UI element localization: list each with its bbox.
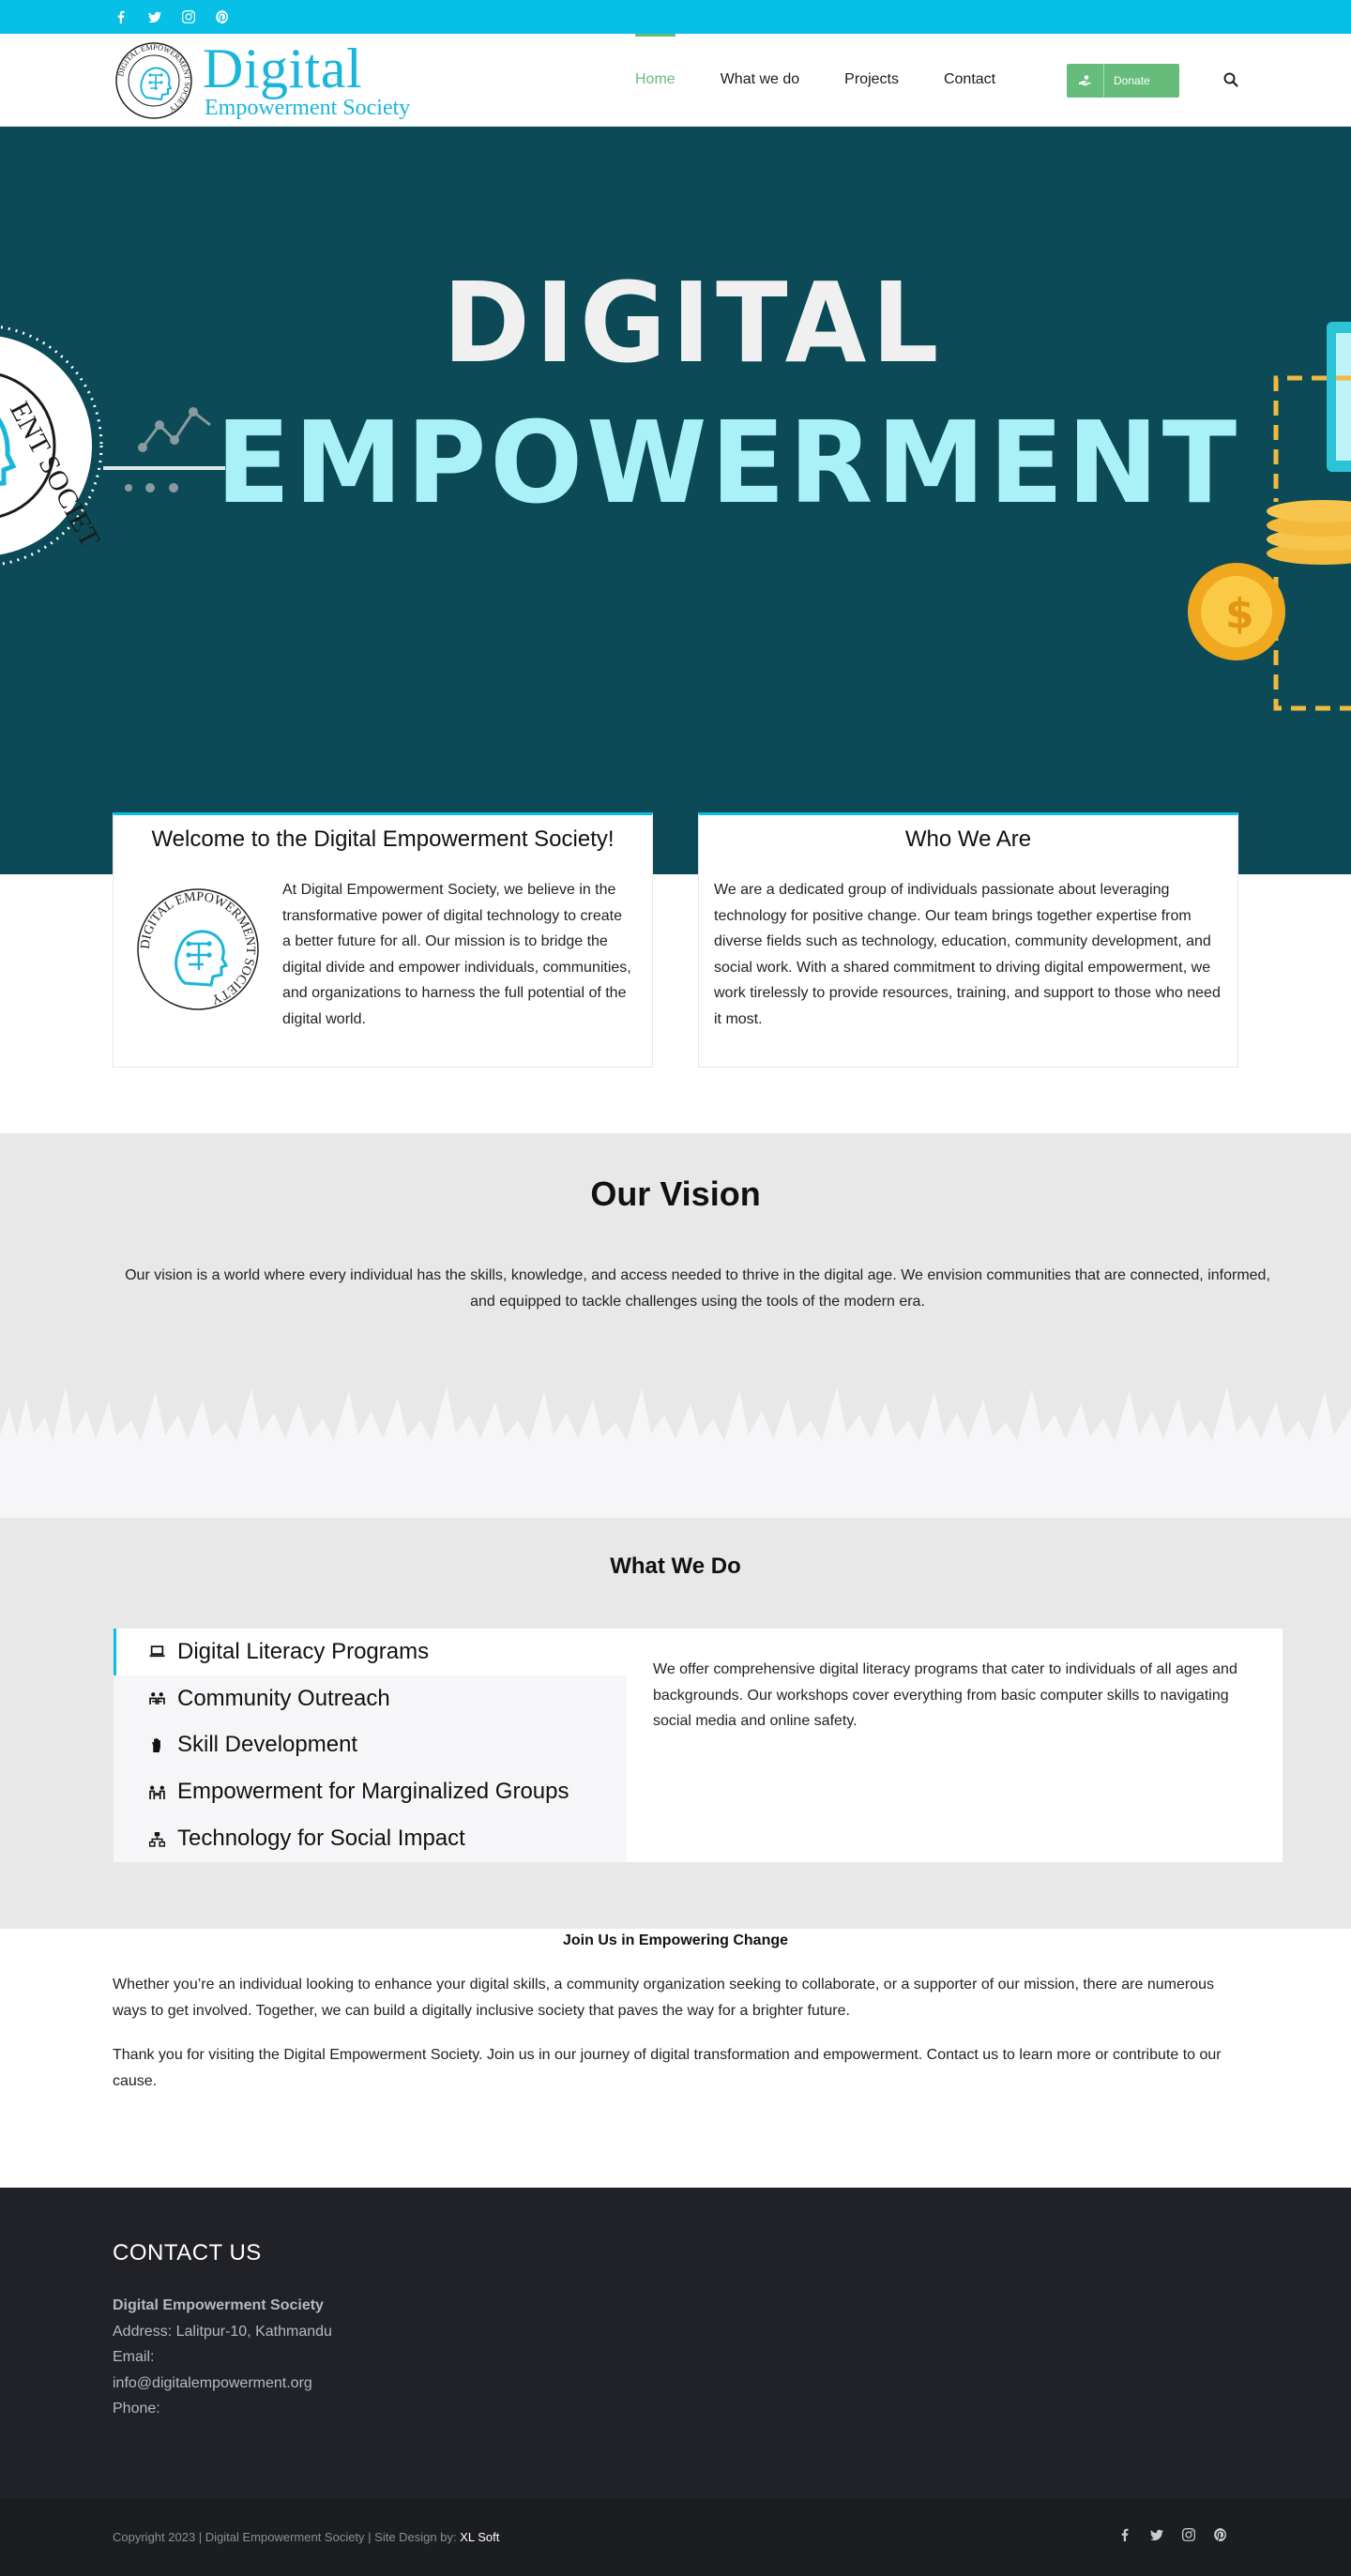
twitter-icon[interactable]	[1150, 2528, 1163, 2546]
donate-label: Donate	[1114, 74, 1150, 87]
contact-email[interactable]: info@digitalempowerment.org	[113, 2371, 332, 2397]
top-bar	[0, 0, 1351, 34]
pinterest-icon[interactable]	[214, 8, 231, 25]
tab-list: Digital Literacy Programs Community Outr…	[114, 1629, 627, 1862]
contact-address: Address: Lalitpur-10, Kathmandu	[113, 2323, 332, 2340]
search-icon[interactable]	[1222, 71, 1239, 88]
hand-icon	[147, 1735, 166, 1754]
who-we-are-text: We are a dedicated group of individuals …	[714, 882, 1221, 1027]
site-logo[interactable]: DIGITAL EMPOWERMENT SOCIETY Digital Empo…	[114, 38, 480, 120]
contact-email-label: Email:	[113, 2349, 155, 2365]
donate-hand-icon	[1067, 64, 1104, 98]
nav-item-home[interactable]: Home	[635, 34, 676, 126]
grass-divider	[0, 1386, 1351, 1518]
designer-link[interactable]: XL Soft	[460, 2530, 499, 2544]
nav-item-what-we-do[interactable]: What we do	[721, 34, 799, 126]
welcome-card-text: At Digital Empowerment Society, we belie…	[282, 882, 631, 1027]
facebook-icon[interactable]	[1118, 2528, 1131, 2546]
sitemap-icon	[147, 1829, 166, 1848]
contact-heading: CONTACT US	[113, 2240, 262, 2265]
facebook-icon[interactable]	[113, 8, 129, 25]
svg-text:$: $	[1225, 590, 1254, 638]
society-seal-icon: DIGITAL EMPOWERMENT SOCIETY	[137, 888, 259, 1010]
tab-community-outreach[interactable]: Community Outreach	[114, 1675, 627, 1722]
copyright-label: Copyright 2023 | Digital Empowerment Soc…	[113, 2530, 461, 2544]
contact-org-name: Digital Empowerment Society	[113, 2297, 324, 2313]
tab-label: Skill Development	[177, 1732, 358, 1758]
site-footer: CONTACT US Digital Empowerment Society A…	[0, 2188, 1351, 2499]
what-we-do-section: What We Do Digital Literacy Programs Com…	[0, 1518, 1351, 1929]
site-header: DIGITAL EMPOWERMENT SOCIETY Digital Empo…	[0, 34, 1351, 127]
twitter-icon[interactable]	[146, 8, 163, 25]
instagram-icon[interactable]	[180, 8, 197, 25]
copyright-text: Copyright 2023 | Digital Empowerment Soc…	[113, 2530, 499, 2544]
join-paragraph-2: Thank you for visiting the Digital Empow…	[113, 2047, 1222, 2089]
people-arrows-icon	[147, 1782, 166, 1801]
who-we-are-title: Who We Are	[904, 826, 1032, 852]
contact-details: Digital Empowerment Society Address: Lal…	[113, 2293, 332, 2422]
tabs-container: Digital Literacy Programs Community Outr…	[114, 1629, 1283, 1862]
join-section: Join Us in Empowering Change Whether you…	[0, 1929, 1351, 2188]
nav-item-contact[interactable]: Contact	[944, 34, 995, 126]
nav-item-projects[interactable]: Projects	[844, 34, 899, 126]
logo-subtitle: Empowerment Society	[205, 96, 411, 120]
join-title: Join Us in Empowering Change	[562, 1932, 789, 1948]
pinterest-icon[interactable]	[1214, 2528, 1227, 2546]
tab-skill-development[interactable]: Skill Development	[114, 1722, 627, 1769]
vision-section: Our Vision Our vision is a world where e…	[0, 1133, 1351, 1518]
tab-social-impact[interactable]: Technology for Social Impact	[114, 1815, 627, 1862]
tab-marginalized-groups[interactable]: Empowerment for Marginalized Groups	[114, 1768, 627, 1815]
instagram-icon[interactable]	[1182, 2528, 1195, 2546]
welcome-card: Welcome to the Digital Empowerment Socie…	[113, 812, 653, 1068]
vision-title: Our Vision	[590, 1174, 761, 1213]
footer-social-links	[1118, 2528, 1227, 2546]
hero-banner: ENT SOCIET $ DIGITAL EMPOWERMENT	[0, 127, 1351, 874]
logo-wordmark: Digital	[203, 38, 363, 99]
tab-panel-text: We offer comprehensive digital literacy …	[653, 1661, 1237, 1729]
tab-label: Digital Literacy Programs	[177, 1638, 430, 1664]
contact-phone-label: Phone:	[113, 2401, 160, 2417]
vision-text: Our vision is a world where every indivi…	[125, 1267, 1270, 1310]
laptop-icon	[147, 1643, 166, 1661]
people-icon	[147, 1690, 166, 1708]
hero-title-line2: EMPOWERMENT	[216, 399, 1240, 529]
hero-title-line1: DIGITAL	[442, 258, 945, 387]
tab-digital-literacy[interactable]: Digital Literacy Programs	[114, 1629, 627, 1675]
main-nav: Home What we do Projects Contact	[635, 34, 1040, 126]
top-social-links	[113, 8, 231, 25]
copyright-bar: Copyright 2023 | Digital Empowerment Soc…	[0, 2499, 1351, 2576]
tab-label: Empowerment for Marginalized Groups	[177, 1779, 569, 1805]
join-paragraph-1: Whether you’re an individual looking to …	[113, 1977, 1214, 2019]
what-we-do-title: What We Do	[610, 1553, 741, 1579]
donate-button[interactable]: Donate	[1067, 64, 1179, 98]
tab-label: Community Outreach	[177, 1685, 390, 1711]
who-we-are-card: Who We Are We are a dedicated group of i…	[698, 812, 1238, 1068]
logo-seal-icon: DIGITAL EMPOWERMENT SOCIETY	[115, 42, 192, 119]
welcome-card-title: Welcome to the Digital Empowerment Socie…	[151, 826, 615, 852]
tab-label: Technology for Social Impact	[177, 1826, 465, 1852]
